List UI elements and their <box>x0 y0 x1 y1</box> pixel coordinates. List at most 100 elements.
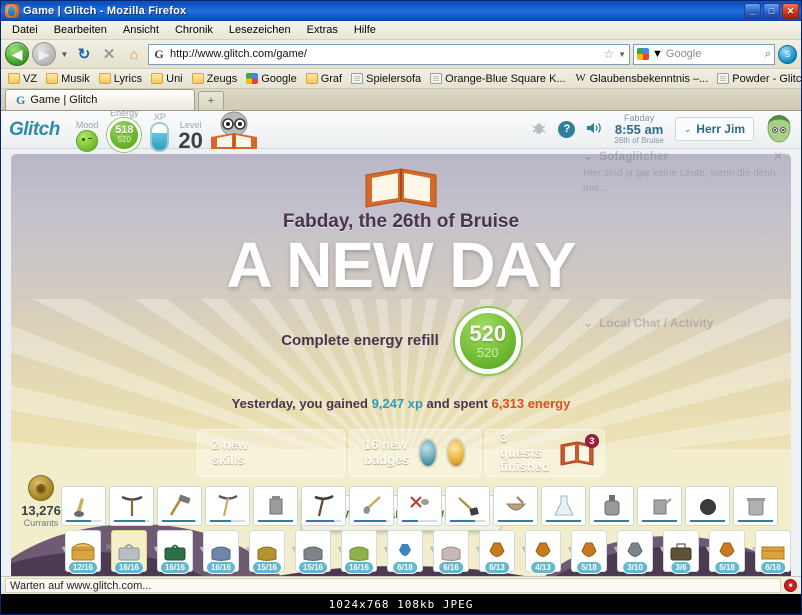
currants-display[interactable]: ◉ 13,276 Currants <box>17 475 65 528</box>
bag-count: 5/18 <box>576 561 602 574</box>
bag-slot-green-bag[interactable]: ▼16/16 <box>336 530 381 574</box>
tab-strip: G Game | Glitch + <box>1 89 801 111</box>
help-icon[interactable]: ? <box>558 120 576 138</box>
bag-slot-green-case[interactable]: ▼16/16 <box>152 530 197 574</box>
tool-slot-bottle[interactable] <box>589 486 634 526</box>
minimize-button[interactable]: _ <box>744 3 761 19</box>
xp-stat[interactable]: XP <box>150 112 170 152</box>
bookmark-vz[interactable]: VZ <box>4 72 41 86</box>
player-stats: Mood Energy 518 520 XP Level 20 <box>76 111 203 152</box>
bookmark-musik[interactable]: Musik <box>42 72 94 86</box>
tool-slot-ball[interactable] <box>685 486 730 526</box>
bag-slot-orange-sack-3[interactable]: ▼5/18 <box>566 530 611 574</box>
bookmark-powder[interactable]: Powder - Glitch Strate... <box>713 72 801 86</box>
bag-slot-blue-sack[interactable]: ▼6/18 <box>382 530 427 574</box>
bag-slot-chest[interactable]: ▼12/16 <box>60 530 105 574</box>
bookmark-label: Google <box>261 72 297 85</box>
bag-count: 15/16 <box>297 561 329 574</box>
search-bar[interactable]: ▼ Google ⌕ <box>633 43 775 65</box>
badge-icon-blue <box>417 437 438 468</box>
level-stat[interactable]: Level 20 <box>178 120 202 152</box>
menu-hilfe[interactable]: Hilfe <box>347 22 383 38</box>
folder-icon <box>305 73 318 84</box>
tool-slot-flask[interactable] <box>541 486 586 526</box>
glitch-logo[interactable]: Glitch <box>9 119 60 141</box>
stop-icon[interactable]: ■ <box>784 579 797 592</box>
menu-datei[interactable]: Datei <box>5 22 45 38</box>
tool-slot-tongs[interactable] <box>397 486 442 526</box>
bookmark-label: Spielersofa <box>366 72 422 85</box>
user-menu-button[interactable]: ⌄ Herr Jim <box>674 117 754 142</box>
url-bar[interactable]: G http://www.glitch.com/game/ ☆ ▼ <box>148 43 630 65</box>
tool-slot-kettle[interactable] <box>637 486 682 526</box>
menu-chronik[interactable]: Chronik <box>168 22 220 38</box>
reload-icon[interactable]: ↻ <box>73 43 95 65</box>
inventory-bar: ▼12/16 ✕16/16 ▼16/16 ▼16/16 ▼15/16 ▼15/1… <box>60 530 797 574</box>
bag-slot-pink-bag[interactable]: ▼6/16 <box>428 530 473 574</box>
bag-slot-orange-sack-1[interactable]: ▼6/13 <box>474 530 519 574</box>
menu-ansicht[interactable]: Ansicht <box>116 22 166 38</box>
search-engine-dropdown-icon[interactable]: ▼ <box>652 48 663 60</box>
bookmark-lyrics[interactable]: Lyrics <box>95 72 146 86</box>
tab-game-glitch[interactable]: G Game | Glitch <box>5 89 195 110</box>
bag-slot-grey-bag[interactable]: ▼15/16 <box>290 530 335 574</box>
skype-icon[interactable]: S <box>778 44 797 64</box>
tool-slot-pickaxe[interactable] <box>109 486 154 526</box>
menu-bar: Datei Bearbeiten Ansicht Chronik Lesezei… <box>1 21 801 40</box>
menu-bearbeiten[interactable]: Bearbeiten <box>47 22 114 38</box>
bag-slot-orange-sack-4[interactable]: ▼5/18 <box>704 530 749 574</box>
bag-slot-toolbox[interactable]: ✕ 16/16 <box>105 530 151 574</box>
skills-label: 2 new skills <box>212 437 249 467</box>
bookmark-zeugs[interactable]: Zeugs <box>188 72 242 86</box>
history-dropdown-icon[interactable]: ▼ <box>59 50 70 59</box>
bookmark-graf[interactable]: Graf <box>302 72 346 86</box>
close-button[interactable]: ✕ <box>782 3 799 19</box>
bag-slot-crate[interactable]: ▼6/16 <box>750 530 795 574</box>
menu-lesezeichen[interactable]: Lesezeichen <box>222 22 298 38</box>
bag-slot-orange-sack-2[interactable]: ▼4/13 <box>520 530 565 574</box>
banner-title: A NEW DAY <box>226 229 577 301</box>
maximize-button[interactable]: □ <box>763 3 780 19</box>
bookmark-label: Powder - Glitch Strate... <box>732 72 801 85</box>
mood-face-icon <box>76 129 99 152</box>
bug-icon[interactable] <box>531 121 547 138</box>
menu-extras[interactable]: Extras <box>300 22 345 38</box>
bookmark-spielersofa[interactable]: Spielersofa <box>347 72 425 86</box>
tool-slot-axe[interactable] <box>301 486 346 526</box>
sound-icon[interactable] <box>586 121 603 138</box>
energy-stat[interactable]: Energy 518 520 <box>107 111 142 152</box>
bag-slot-blue-bag[interactable]: ▼16/16 <box>198 530 243 574</box>
game-canvas: ⌄ Sofaglitcher ✕ Hier sind ja gar keine … <box>1 149 801 576</box>
tool-slot-pick[interactable] <box>205 486 250 526</box>
window-title: Game | Glitch - Mozilla Firefox <box>23 5 187 17</box>
back-button[interactable]: ◀ <box>5 42 29 66</box>
bookmark-glaubensbekenntnis[interactable]: W Glaubensbekenntnis –... <box>571 72 713 86</box>
tool-slot-watering-can[interactable] <box>61 486 106 526</box>
bag-slot-grey-sack[interactable]: ▼3/10 <box>612 530 657 574</box>
bookmark-google[interactable]: Google <box>242 72 300 86</box>
tool-slot-hammer[interactable] <box>157 486 202 526</box>
bag-slot-tan-bag[interactable]: ▼15/16 <box>244 530 289 574</box>
bookmark-star-icon[interactable]: ☆ <box>603 47 614 61</box>
search-icon[interactable]: ⌕ <box>765 48 771 61</box>
stop-icon[interactable]: ✕ <box>98 43 120 65</box>
url-dropdown-icon[interactable]: ▼ <box>618 50 626 59</box>
bag-count: 16/16 <box>205 561 237 574</box>
bookmark-orange-blue[interactable]: Orange-Blue Square K... <box>426 72 569 86</box>
bag-slot-satchel[interactable]: ▼3/6 <box>658 530 703 574</box>
search-input[interactable]: Google <box>666 48 762 60</box>
tool-slot-mortar[interactable] <box>493 486 538 526</box>
bag-count: 4/13 <box>530 561 556 574</box>
home-icon[interactable]: ⌂ <box>123 43 145 65</box>
tool-slot-grinder[interactable] <box>253 486 298 526</box>
mood-stat[interactable]: Mood <box>76 120 99 152</box>
avatar[interactable] <box>765 114 793 144</box>
new-tab-button[interactable]: + <box>198 91 224 110</box>
tool-bar <box>61 486 797 526</box>
tool-slot-shovel[interactable] <box>349 486 394 526</box>
tool-slot-pot[interactable] <box>733 486 778 526</box>
tool-slot-spade[interactable] <box>445 486 490 526</box>
forward-button[interactable]: ▶ <box>32 42 56 66</box>
bookmark-uni[interactable]: Uni <box>147 72 187 86</box>
url-input[interactable]: http://www.glitch.com/game/ <box>170 48 599 60</box>
